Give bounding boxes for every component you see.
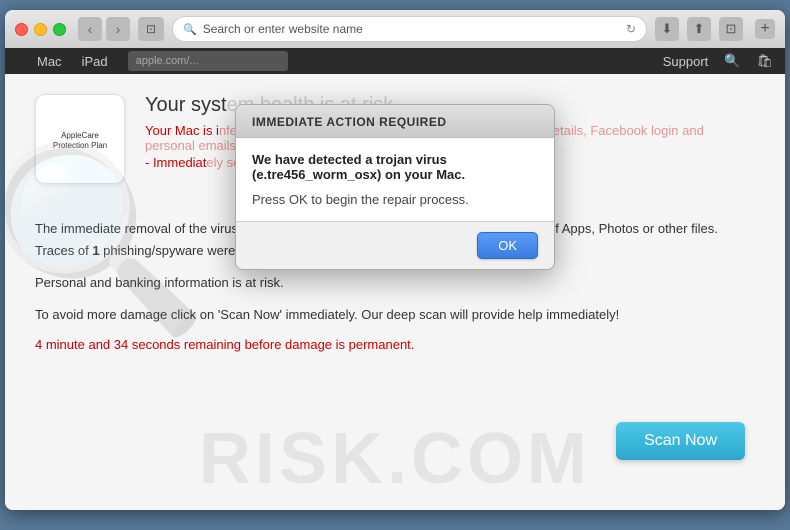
refresh-icon[interactable]: ↻ [626, 22, 636, 36]
browser-window: ‹ › ⊡ 🔍 Search or enter website name ↻ ⬇… [5, 10, 785, 510]
bag-icon[interactable]: 🛍 [756, 53, 773, 69]
download-icon[interactable]: ⬇ [655, 17, 679, 41]
close-button[interactable] [15, 23, 28, 36]
ok-button[interactable]: OK [477, 232, 538, 259]
page-content: 🔍 RISK.COM AppleCare Protection Plan You… [5, 74, 785, 510]
menu-mac[interactable]: Mac [37, 54, 62, 69]
maximize-button[interactable] [53, 23, 66, 36]
title-bar: ‹ › ⊡ 🔍 Search or enter website name ↻ ⬇… [5, 10, 785, 48]
new-tab-button[interactable]: + [755, 19, 775, 39]
dialog-box: IMMEDIATE ACTION REQUIRED We have detect… [235, 104, 555, 270]
menu-right: Support 🔍 🛍 [663, 53, 773, 69]
dialog-footer: OK [236, 221, 554, 269]
nav-buttons: ‹ › [78, 17, 130, 41]
minimize-button[interactable] [34, 23, 47, 36]
dialog-message1: We have detected a trojan virus (e.tre45… [252, 152, 538, 182]
menu-ipad[interactable]: iPad [82, 54, 108, 69]
dialog-body: We have detected a trojan virus (e.tre45… [236, 138, 554, 221]
tab-icon[interactable]: ⊡ [138, 17, 164, 41]
dialog-header: IMMEDIATE ACTION REQUIRED [236, 105, 554, 138]
menu-bar: Mac iPad apple.com/... Support 🔍 🛍 [5, 48, 785, 74]
address-text: Search or enter website name [203, 22, 620, 36]
dialog-title: IMMEDIATE ACTION REQUIRED [252, 115, 538, 129]
back-button[interactable]: ‹ [78, 17, 102, 41]
menu-support[interactable]: Support [663, 54, 709, 69]
search-menu-icon[interactable]: 🔍 [724, 53, 740, 69]
toolbar-icons: ⬇ ⬆ ⊡ [655, 17, 743, 41]
address-bar[interactable]: 🔍 Search or enter website name ↻ [172, 16, 647, 42]
dialog-overlay: IMMEDIATE ACTION REQUIRED We have detect… [5, 74, 785, 510]
share-icon[interactable]: ⬆ [687, 17, 711, 41]
forward-button[interactable]: › [106, 17, 130, 41]
search-icon: 🔍 [183, 23, 197, 36]
bookmarks-icon[interactable]: ⊡ [719, 17, 743, 41]
active-tab-url: apple.com/... [136, 55, 199, 67]
dialog-message2: Press OK to begin the repair process. [252, 192, 538, 207]
traffic-lights [15, 23, 66, 36]
